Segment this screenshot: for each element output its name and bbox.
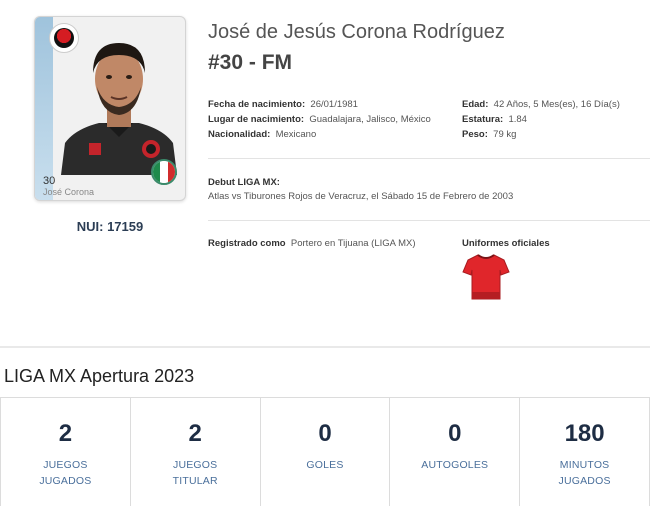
divider — [208, 220, 650, 221]
stat-value: 2 — [58, 420, 73, 447]
details-right: Edad: 42 Años, 5 Mes(es), 16 Día(s) Esta… — [462, 97, 620, 142]
nui-id: NUI: 17159 — [76, 219, 144, 234]
official-uniforms-label: Uniformes oficiales — [462, 238, 550, 249]
card-number: 30 — [43, 175, 56, 187]
player-card: 30 José Corona — [34, 16, 186, 201]
stat-games-started: 2 JUEGOS TITULAR — [131, 398, 261, 506]
stat-games-played: 2 JUEGOS JUGADOS — [0, 398, 131, 506]
detail-height: Estatura: 1.84 — [462, 114, 527, 125]
xolos-club-badge-icon — [49, 23, 79, 53]
season-title: LIGA MX Apertura 2023 — [4, 366, 195, 386]
stat-value: 0 — [318, 420, 332, 447]
stat-own-goals: 0 AUTOGOLES — [390, 398, 521, 506]
details-left: Fecha de nacimiento: 26/01/1981 Lugar de… — [208, 97, 431, 142]
player-full-name: José de Jesús Corona Rodríguez — [208, 21, 505, 43]
stat-value: 2 — [188, 420, 202, 447]
detail-weight: Peso: 79 kg — [462, 129, 517, 140]
red-jersey-icon[interactable] — [462, 252, 510, 302]
card-player-name: José Corona — [43, 187, 95, 197]
stat-label: MINUTOS JUGADOS — [558, 459, 611, 487]
stat-goals: 0 GOLES — [261, 398, 391, 506]
season-stats: 2 JUEGOS JUGADOS 2 JUEGOS TITULAR 0 GOLES … — [0, 397, 650, 506]
detail-birthplace: Lugar de nacimiento: Guadalajara, Jalisc… — [208, 114, 431, 125]
debut-label: Debut LIGA MX: — [208, 177, 280, 188]
section-divider — [0, 346, 650, 348]
mexico-flag-icon — [151, 159, 177, 185]
detail-birthdate: Fecha de nacimiento: 26/01/1981 — [208, 99, 358, 110]
stat-value: 0 — [448, 420, 462, 447]
debut-text: Atlas vs Tiburones Rojos de Veracruz, el… — [208, 191, 514, 202]
stat-label: JUEGOS TITULAR — [172, 459, 218, 487]
registered-as: Registrado como Portero en Tijuana (LIGA… — [208, 238, 416, 249]
detail-age: Edad: 42 Años, 5 Mes(es), 16 Día(s) — [462, 99, 620, 110]
player-number-position: #30 - FM — [208, 51, 293, 74]
stat-label: JUEGOS JUGADOS — [39, 459, 92, 487]
detail-nationality: Nacionalidad: Mexicano — [208, 129, 317, 140]
stat-label: GOLES — [306, 459, 344, 471]
divider — [208, 158, 650, 159]
stat-value: 180 — [564, 420, 605, 447]
stat-minutes-played: 180 MINUTOS JUGADOS — [520, 398, 650, 506]
stat-label: AUTOGOLES — [421, 459, 489, 471]
